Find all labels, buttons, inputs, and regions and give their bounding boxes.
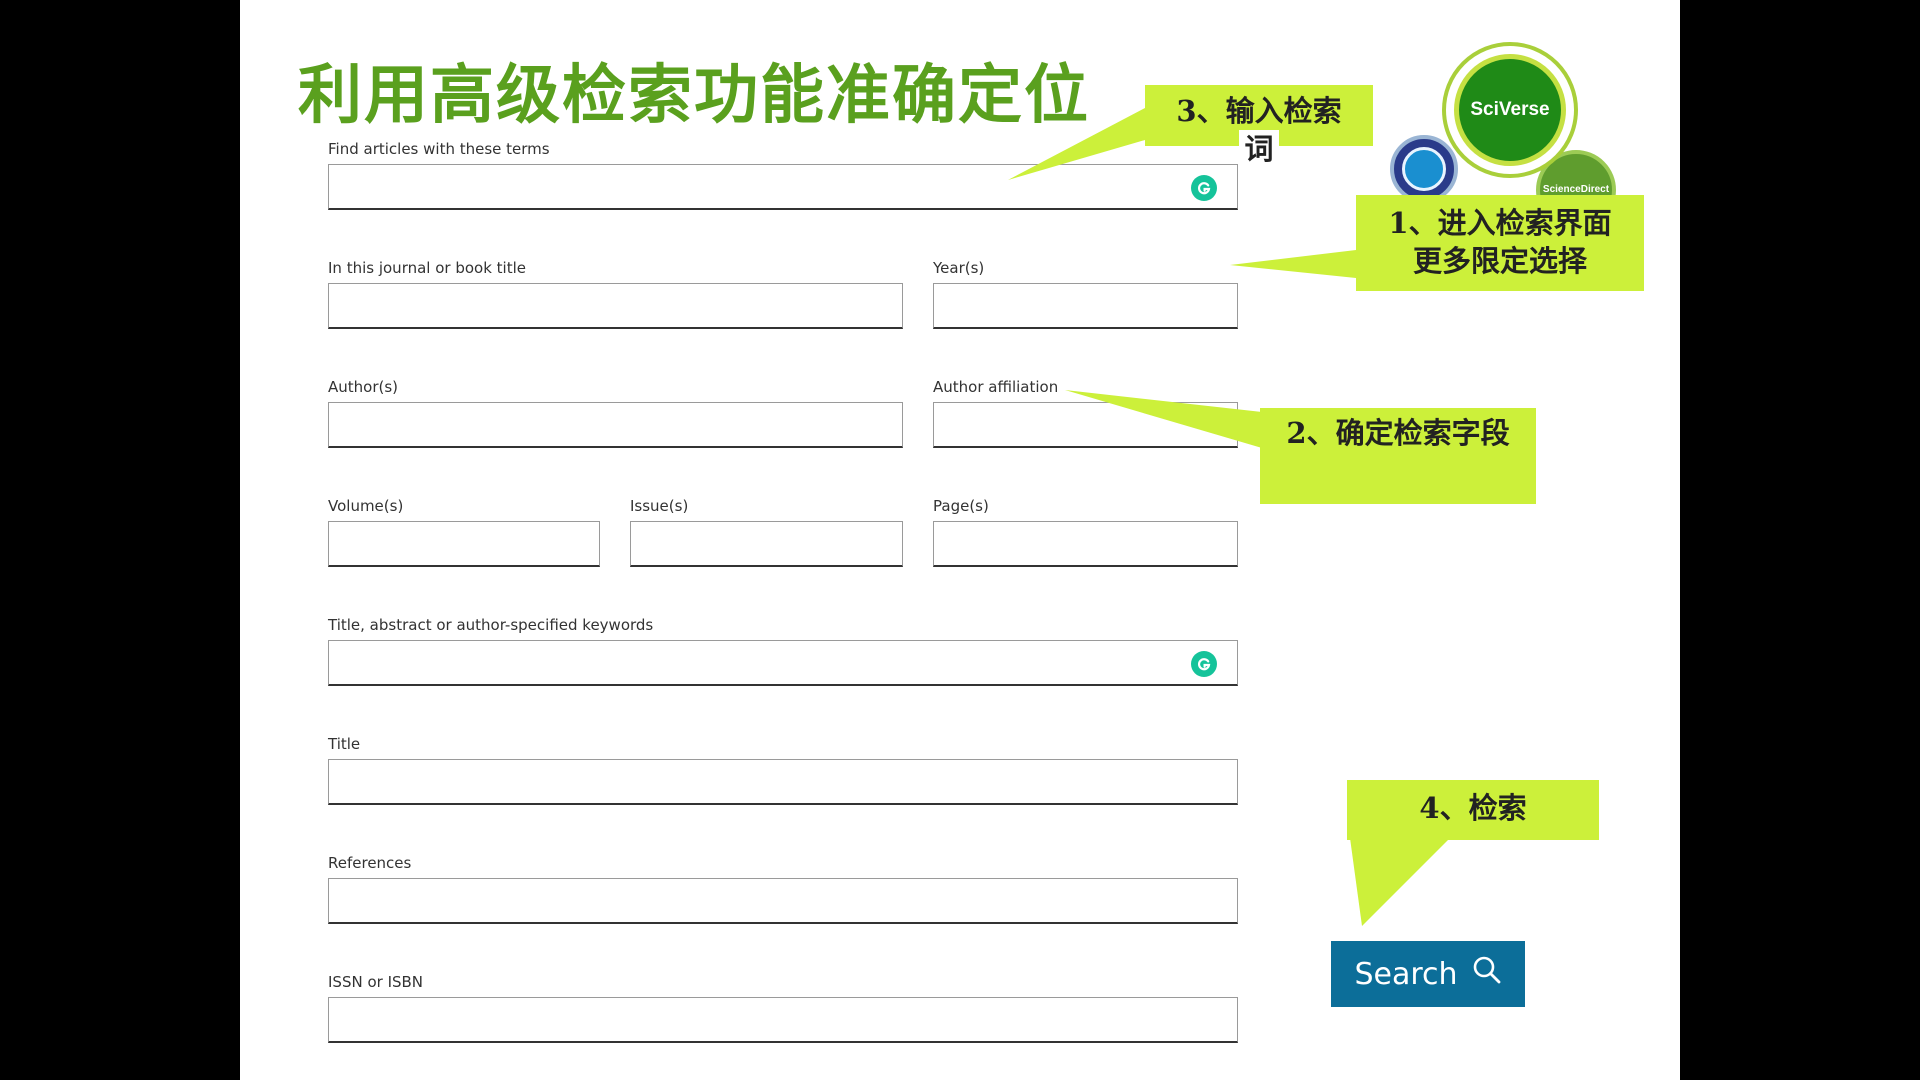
callout-1-pointer — [1230, 250, 1356, 278]
callout-3: 3、输入检索 词 — [1145, 85, 1373, 168]
callout-pointers — [1008, 108, 1450, 926]
callout-3-pointer — [1008, 108, 1145, 180]
callout-2-pointer — [1065, 390, 1262, 448]
slide: 利用高级检索功能准确定位 ScienceDirect SciVerse Find… — [240, 0, 1680, 1080]
search-button-label: Search — [1354, 956, 1458, 992]
callout-4: 4、检索 — [1347, 780, 1599, 840]
callout-1-line2: 更多限定选择 — [1412, 244, 1587, 278]
callout-4-text: 4、检索 — [1419, 791, 1527, 825]
callout-1-line1: 1、进入检索界面 — [1388, 206, 1612, 240]
callout-2: 2、确定检索字段 — [1260, 408, 1536, 504]
callout-4-pointer — [1350, 838, 1450, 926]
search-icon — [1472, 955, 1502, 993]
callout-2-text: 2、确定检索字段 — [1286, 416, 1510, 450]
callout-3-line2: 词 — [1239, 130, 1279, 168]
callout-3-line1: 3、输入检索 — [1176, 94, 1342, 128]
callout-1: 1、进入检索界面 更多限定选择 — [1356, 195, 1644, 291]
search-button[interactable]: Search — [1331, 941, 1525, 1007]
